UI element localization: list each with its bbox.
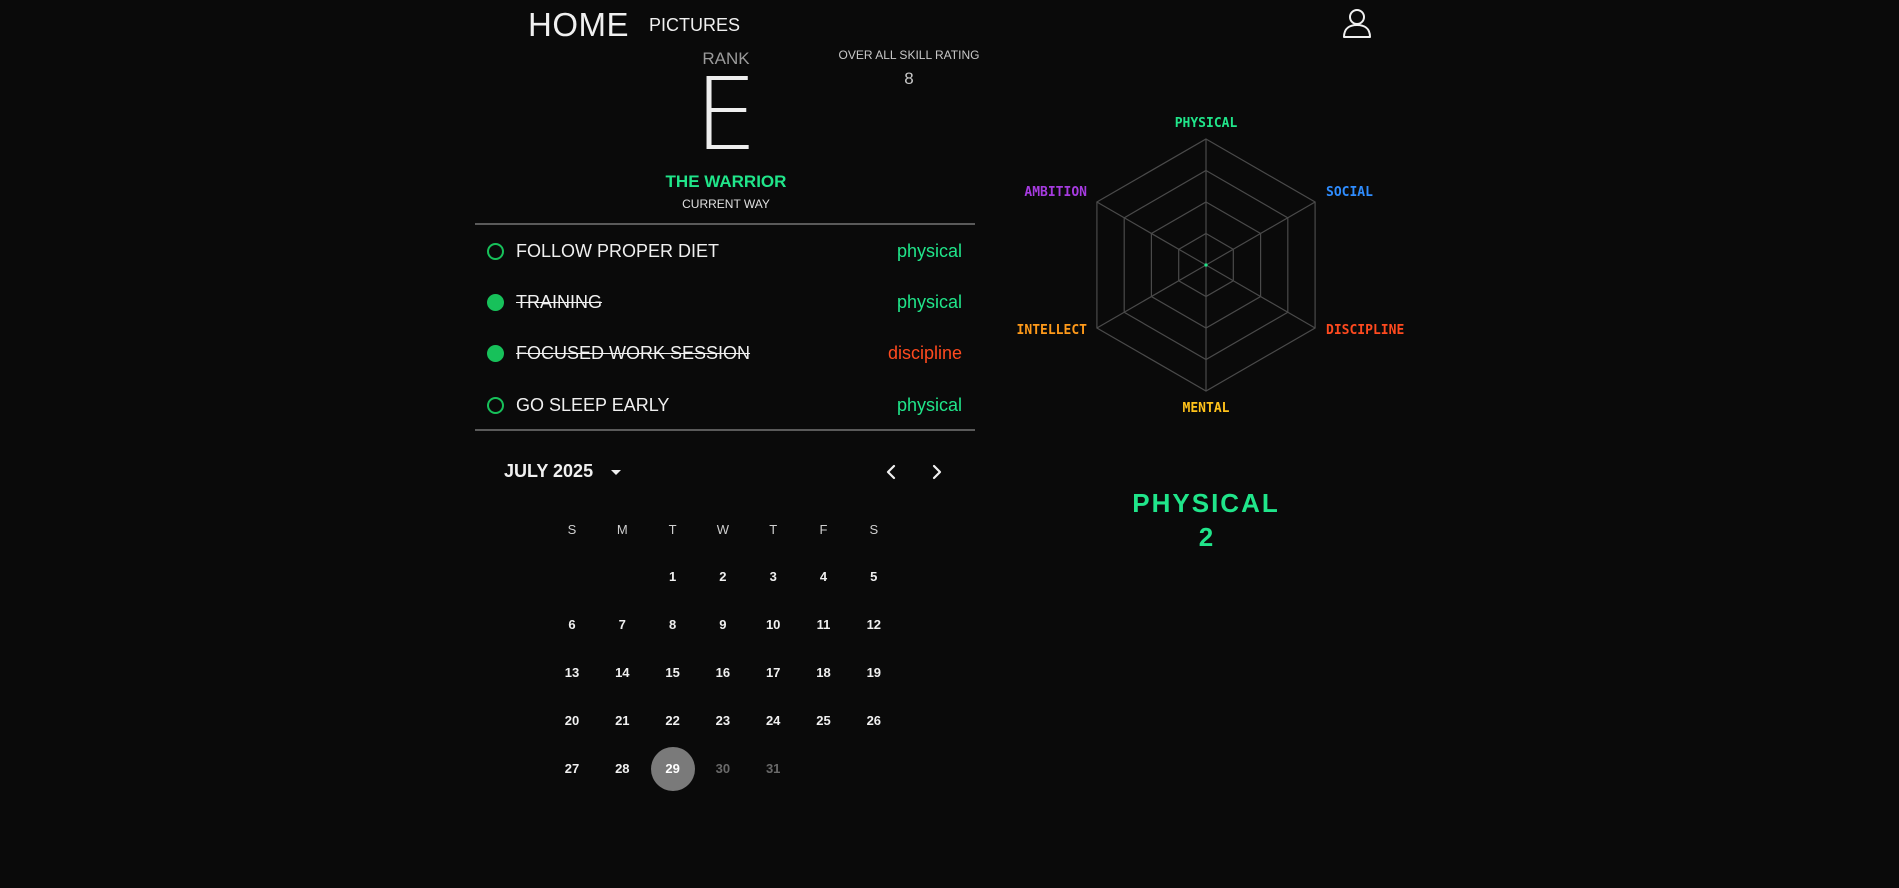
task-checkbox[interactable]	[487, 396, 504, 414]
nav-home-link[interactable]: HOME	[528, 6, 629, 44]
divider	[475, 223, 975, 225]
task-category: discipline	[887, 342, 962, 363]
calendar-day[interactable]: 7	[600, 603, 644, 647]
calendar-day[interactable]: 16	[701, 651, 745, 695]
chevron-right-icon[interactable]	[926, 460, 948, 484]
radar-label-mental[interactable]: MENTAL	[1183, 401, 1230, 416]
chevron-left-icon[interactable]	[880, 460, 902, 484]
calendar-day[interactable]: 6	[550, 603, 594, 647]
calendar-day[interactable]: 18	[802, 651, 846, 695]
calendar-day[interactable]: 21	[600, 699, 644, 743]
nav-pictures-link[interactable]: PICTURES	[649, 15, 740, 36]
calendar-day[interactable]: 24	[751, 699, 795, 743]
current-way-label: CURRENT WAY	[682, 197, 770, 211]
divider	[475, 429, 975, 431]
radar-center-point	[1204, 263, 1208, 267]
task-title: TRAINING	[516, 291, 603, 312]
task-item[interactable]: TRAINING physical	[475, 280, 975, 324]
calendar-day-selected[interactable]: 29	[650, 747, 695, 791]
task-category: physical	[896, 240, 962, 261]
calendar-weekday-header: F	[819, 522, 828, 537]
calendar-day[interactable]: 27	[550, 747, 594, 791]
caret-down-icon[interactable]	[606, 462, 626, 482]
calendar-weekday-header: S	[567, 522, 577, 537]
calendar-day[interactable]: 2	[701, 555, 745, 599]
calendar-day[interactable]: 5	[852, 555, 896, 599]
calendar-day[interactable]: 26	[852, 699, 896, 743]
calendar-day[interactable]: 8	[651, 603, 695, 647]
current-way-name: THE WARRIOR	[665, 172, 787, 191]
calendar-day[interactable]: 4	[802, 555, 846, 599]
task-item[interactable]: FOLLOW PROPER DIET physical	[475, 229, 975, 273]
calendar-weekday-header: W	[716, 522, 730, 537]
task-title: FOCUSED WORK SESSION	[516, 342, 751, 363]
calendar-day[interactable]: 20	[550, 699, 594, 743]
calendar-day[interactable]: 14	[600, 651, 644, 695]
radar-label-discipline[interactable]: DISCIPLINE	[1326, 323, 1404, 338]
task-item[interactable]: FOCUSED WORK SESSION discipline	[475, 331, 975, 375]
rank-letter: E	[694, 56, 758, 173]
task-title: FOLLOW PROPER DIET	[516, 240, 720, 261]
overall-rating-value: 8	[904, 69, 914, 88]
calendar-day[interactable]: 13	[550, 651, 594, 695]
calendar-weekday-header: S	[869, 522, 879, 537]
task-checkbox[interactable]	[487, 344, 504, 362]
calendar-day[interactable]: 25	[802, 699, 846, 743]
radar-label-physical[interactable]: PHYSICAL	[1175, 116, 1238, 131]
calendar-day[interactable]: 19	[852, 651, 896, 695]
task-category: physical	[896, 394, 962, 415]
calendar-day[interactable]: 30	[701, 747, 745, 791]
selected-stat-value: 2	[1198, 522, 1214, 552]
calendar-month-label[interactable]: JULY 2025	[504, 461, 593, 482]
calendar-weekday-header: T	[668, 522, 677, 537]
task-checkbox[interactable]	[487, 242, 504, 260]
calendar-day[interactable]: 11	[802, 603, 846, 647]
calendar-weekday-header: T	[769, 522, 778, 537]
calendar-day[interactable]: 22	[651, 699, 695, 743]
calendar-day[interactable]: 12	[852, 603, 896, 647]
user-icon[interactable]	[1340, 6, 1374, 40]
calendar-day[interactable]: 28	[600, 747, 644, 791]
radar-label-intellect[interactable]: INTELLECT	[1017, 323, 1088, 338]
task-checkbox[interactable]	[487, 293, 504, 311]
calendar-day[interactable]: 9	[701, 603, 745, 647]
calendar-day[interactable]: 1	[651, 555, 695, 599]
calendar-day[interactable]: 3	[751, 555, 795, 599]
calendar-day[interactable]: 17	[751, 651, 795, 695]
radar-label-social[interactable]: SOCIAL	[1326, 185, 1373, 200]
task-category: physical	[896, 291, 962, 312]
calendar-day[interactable]: 23	[701, 699, 745, 743]
task-title: GO SLEEP EARLY	[516, 394, 670, 415]
task-item[interactable]: GO SLEEP EARLY physical	[475, 383, 975, 427]
calendar-day[interactable]: 31	[751, 747, 795, 791]
overall-rating-label: OVER ALL SKILL RATING	[838, 48, 980, 62]
calendar-day[interactable]: 15	[651, 651, 695, 695]
calendar-day[interactable]: 10	[751, 603, 795, 647]
calendar-weekday-header: M	[616, 522, 628, 537]
selected-stat-name: PHYSICAL	[1132, 488, 1280, 518]
radar-label-ambition[interactable]: AMBITION	[1024, 185, 1087, 200]
skill-radar-chart: PHYSICAL SOCIAL DISCIPLINE MENTAL INTELL…	[1017, 116, 1405, 416]
